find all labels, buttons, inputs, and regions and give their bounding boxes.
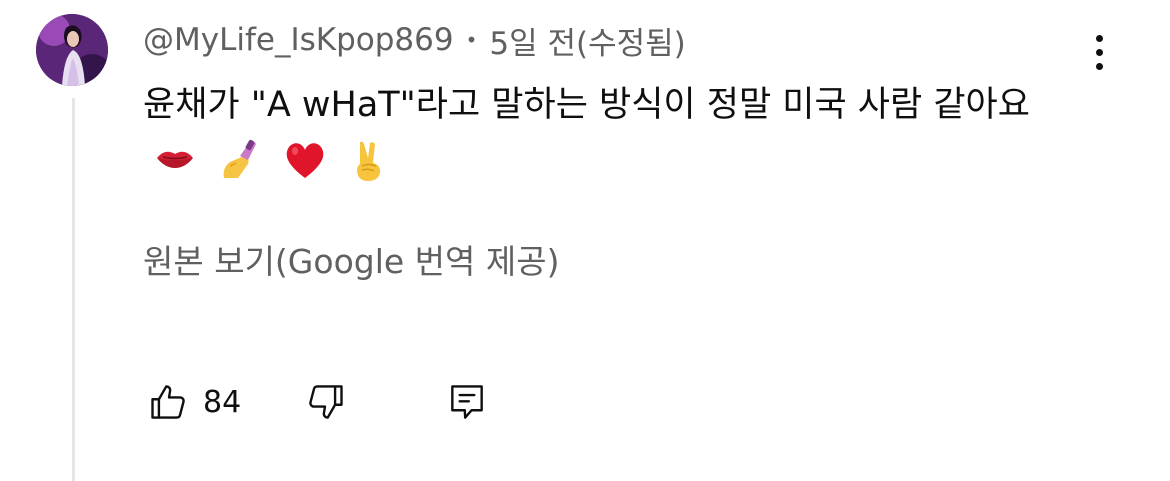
separator-dot: •: [465, 28, 478, 52]
thumbs-down-icon: [309, 385, 343, 419]
nail-polish-icon: [218, 138, 262, 182]
avatar[interactable]: [36, 14, 108, 86]
victory-hand-icon: [348, 138, 392, 182]
dislike-button[interactable]: [301, 378, 349, 426]
kiss-mark-icon: [153, 138, 197, 182]
like-button[interactable]: [145, 378, 193, 426]
more-options-button[interactable]: [1082, 28, 1116, 76]
comment-header: @MyLife_IsKpop869 • 5일 전(수정됨): [143, 18, 686, 63]
thread-line: [72, 98, 75, 481]
comment-body: 윤채가 "A wHaT"라고 말하는 방식이 정말 미국 사람 같아요: [143, 76, 1073, 192]
thumbs-up-icon: [151, 385, 185, 419]
comment-text: 윤채가 "A wHaT"라고 말하는 방식이 정말 미국 사람 같아요: [143, 85, 1030, 125]
author-name[interactable]: @MyLife_IsKpop869: [143, 22, 454, 58]
red-heart-icon: [283, 138, 327, 182]
view-original-link[interactable]: 원본 보기(Google 번역 제공): [143, 235, 559, 283]
comment-time[interactable]: 5일 전(수정됨): [489, 18, 685, 63]
reply-button[interactable]: [443, 378, 491, 426]
like-count: 84: [203, 384, 242, 420]
reply-comment-icon: [451, 385, 484, 419]
more-vertical-icon: [1095, 34, 1103, 42]
comment-actions: 84: [145, 378, 491, 426]
